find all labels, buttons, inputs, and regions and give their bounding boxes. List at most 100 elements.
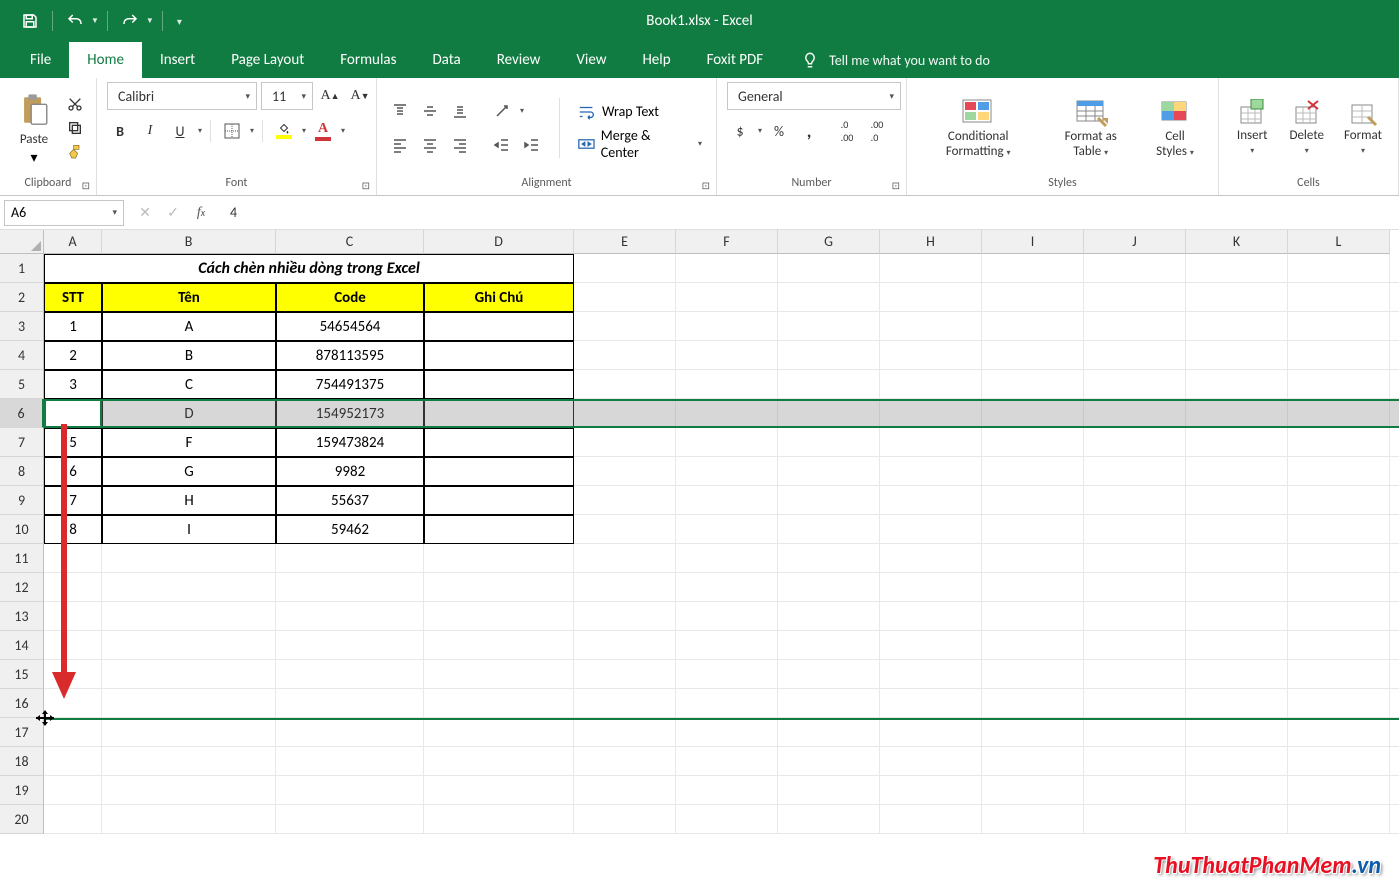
cell[interactable] xyxy=(1084,689,1186,718)
orientation-icon[interactable] xyxy=(489,98,515,124)
cell[interactable] xyxy=(276,631,424,660)
name-box[interactable]: A6▾ xyxy=(4,200,124,226)
cell[interactable] xyxy=(778,660,880,689)
cell[interactable] xyxy=(574,747,676,776)
cell[interactable]: 59462 xyxy=(276,515,424,544)
cell[interactable] xyxy=(1288,341,1390,370)
row-headers[interactable]: 1234567891011121314151617181920 xyxy=(0,254,44,834)
cell[interactable] xyxy=(276,776,424,805)
cell[interactable] xyxy=(982,486,1084,515)
cell[interactable] xyxy=(1186,602,1288,631)
row-header-11[interactable]: 11 xyxy=(0,544,44,573)
format-cells-button[interactable]: Format▾ xyxy=(1338,97,1388,158)
cell[interactable]: 54654564 xyxy=(276,312,424,341)
row-header-4[interactable]: 4 xyxy=(0,341,44,370)
cell[interactable] xyxy=(424,370,574,399)
cell[interactable] xyxy=(1288,457,1390,486)
cell[interactable] xyxy=(1288,312,1390,341)
underline-button[interactable]: U xyxy=(167,118,193,144)
cell[interactable] xyxy=(1186,776,1288,805)
align-top-icon[interactable] xyxy=(387,98,413,124)
row-header-6[interactable]: 6 xyxy=(0,399,44,428)
cell[interactable] xyxy=(1084,341,1186,370)
cell[interactable] xyxy=(1084,428,1186,457)
cell[interactable] xyxy=(778,283,880,312)
cell[interactable] xyxy=(424,341,574,370)
cancel-formula-icon[interactable]: ✕ xyxy=(132,200,158,226)
tab-file[interactable]: File xyxy=(12,42,69,78)
cell[interactable]: 5 xyxy=(44,428,102,457)
cell[interactable] xyxy=(102,573,276,602)
cell[interactable] xyxy=(880,370,982,399)
col-header-G[interactable]: G xyxy=(778,230,880,254)
cell[interactable] xyxy=(276,660,424,689)
format-as-table-button[interactable]: Format as Table ▾ xyxy=(1045,94,1136,162)
cell[interactable]: STT xyxy=(44,283,102,312)
cell[interactable]: 6 xyxy=(44,457,102,486)
cell[interactable] xyxy=(880,689,982,718)
cell[interactable] xyxy=(1186,283,1288,312)
cell[interactable] xyxy=(1186,805,1288,834)
cell[interactable] xyxy=(880,283,982,312)
cell[interactable] xyxy=(102,718,276,747)
cell[interactable] xyxy=(1288,544,1390,573)
comma-format-icon[interactable]: , xyxy=(796,118,822,144)
row-header-18[interactable]: 18 xyxy=(0,747,44,776)
cell[interactable] xyxy=(1084,254,1186,283)
cell[interactable] xyxy=(1186,515,1288,544)
tell-me-search[interactable]: Tell me what you want to do xyxy=(801,42,990,78)
cell[interactable] xyxy=(1186,747,1288,776)
cell[interactable] xyxy=(574,515,676,544)
col-header-B[interactable]: B xyxy=(102,230,276,254)
cell[interactable] xyxy=(574,399,676,428)
cell[interactable]: B xyxy=(102,341,276,370)
cell[interactable] xyxy=(276,747,424,776)
cell[interactable] xyxy=(102,805,276,834)
cell[interactable] xyxy=(1288,486,1390,515)
cell[interactable] xyxy=(676,341,778,370)
cell[interactable] xyxy=(676,486,778,515)
cell[interactable] xyxy=(880,428,982,457)
percent-format-icon[interactable]: % xyxy=(766,118,792,144)
cell[interactable] xyxy=(1084,602,1186,631)
cell[interactable] xyxy=(778,689,880,718)
row-header-3[interactable]: 3 xyxy=(0,312,44,341)
cell[interactable] xyxy=(276,602,424,631)
cell[interactable] xyxy=(880,718,982,747)
cell[interactable]: 8 xyxy=(44,515,102,544)
cell[interactable] xyxy=(982,573,1084,602)
align-bottom-icon[interactable] xyxy=(447,98,473,124)
insert-cells-button[interactable]: Insert▾ xyxy=(1229,97,1276,158)
cell[interactable] xyxy=(880,312,982,341)
cell[interactable] xyxy=(1084,805,1186,834)
decrease-decimal-icon[interactable]: .00.0 xyxy=(864,118,890,144)
bold-button[interactable]: B xyxy=(107,118,133,144)
cell[interactable] xyxy=(574,660,676,689)
font-name-combo[interactable]: Calibri▾ xyxy=(107,82,257,110)
cell[interactable] xyxy=(574,254,676,283)
cell[interactable] xyxy=(880,776,982,805)
cells-area[interactable]: Cách chèn nhiều dòng trong ExcelSTTTênCo… xyxy=(44,254,1399,834)
cell[interactable] xyxy=(778,341,880,370)
cell[interactable] xyxy=(574,370,676,399)
cell[interactable]: 7 xyxy=(44,486,102,515)
cell[interactable] xyxy=(778,486,880,515)
cell[interactable]: 754491375 xyxy=(276,370,424,399)
row-header-20[interactable]: 20 xyxy=(0,805,44,834)
cell[interactable] xyxy=(778,631,880,660)
cell[interactable] xyxy=(424,776,574,805)
cell[interactable] xyxy=(424,428,574,457)
spreadsheet-grid[interactable]: ABCDEFGHIJKL 123456789101112131415161718… xyxy=(0,230,1399,890)
cell[interactable] xyxy=(1288,602,1390,631)
cell[interactable] xyxy=(1288,573,1390,602)
col-header-E[interactable]: E xyxy=(574,230,676,254)
conditional-formatting-button[interactable]: Conditional Formatting ▾ xyxy=(917,94,1039,162)
increase-font-icon[interactable]: A▲ xyxy=(317,83,343,109)
cell[interactable] xyxy=(880,747,982,776)
cell[interactable] xyxy=(982,689,1084,718)
cell[interactable] xyxy=(676,689,778,718)
cell[interactable] xyxy=(982,370,1084,399)
cell[interactable] xyxy=(424,805,574,834)
font-color-icon[interactable]: A xyxy=(310,118,336,144)
row-header-10[interactable]: 10 xyxy=(0,515,44,544)
